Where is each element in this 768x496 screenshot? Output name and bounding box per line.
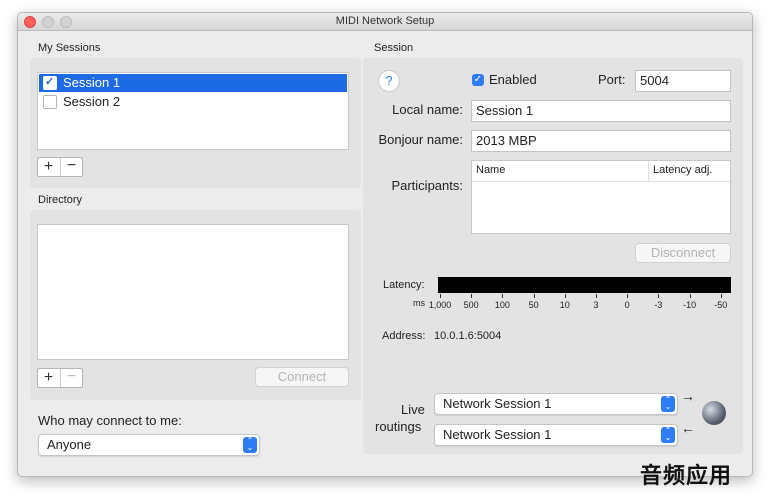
live-label: Live (401, 402, 425, 417)
latency-tick (471, 294, 473, 298)
participants-table[interactable]: Name Latency adj. (471, 160, 731, 234)
routing-out-value: Network Session 1 (443, 427, 552, 442)
latency-tick (440, 294, 441, 298)
directory-header: Directory (38, 194, 83, 206)
add-session-button[interactable]: + (38, 158, 59, 175)
latency-label: Latency: (383, 279, 425, 291)
routing-in-value: Network Session 1 (443, 396, 552, 411)
latency-tick (564, 294, 566, 298)
routings-label: routings (375, 419, 422, 434)
directory-add-remove: + − (37, 368, 83, 388)
stepper-icon: ⌃ ⌄ (661, 396, 675, 412)
latency-tick (720, 294, 722, 298)
column-name[interactable]: Name (476, 164, 505, 176)
midi-network-setup-window: MIDI Network Setup My Sessions ✓ Session… (17, 12, 753, 477)
remove-session-button[interactable]: − (60, 158, 82, 176)
latency-tick-label: 10 (559, 300, 570, 310)
local-name-field[interactable]: Session 1 (471, 100, 731, 122)
latency-tick (658, 294, 660, 298)
port-field[interactable]: 5004 (635, 70, 731, 92)
enabled-label: Enabled (489, 72, 537, 87)
routing-in-select[interactable]: Network Session 1 ⌃ ⌄ (434, 393, 678, 415)
who-may-connect-value: Anyone (47, 437, 92, 452)
session-row[interactable]: Session 2 (39, 93, 347, 111)
latency-tick-label: 500 (463, 300, 479, 310)
address-value: 10.0.1.6:5004 (434, 330, 502, 342)
remove-directory-button[interactable]: − (60, 369, 82, 387)
session-group: ? ✓ Enabled Port: 5004 Local name: Sessi… (363, 58, 743, 454)
participants-label: Participants: (391, 178, 463, 193)
latency-tick-label: -3 (654, 300, 663, 310)
my-sessions-group: ✓ Session 1 Session 2 + − (30, 58, 361, 188)
latency-tick-label: 100 (494, 300, 510, 310)
latency-tick-label: 0 (624, 300, 630, 310)
address-label: Address: (382, 330, 426, 342)
who-may-connect-select[interactable]: Anyone ⌃ ⌄ (38, 434, 260, 456)
connect-button[interactable]: Connect (255, 367, 349, 387)
checkbox-icon[interactable]: ✓ (43, 76, 57, 90)
latency-tick (502, 294, 504, 298)
routing-out-select[interactable]: Network Session 1 ⌃ ⌄ (434, 424, 678, 446)
directory-list[interactable] (37, 224, 349, 360)
sessions-list[interactable]: ✓ Session 1 Session 2 (37, 72, 349, 150)
latency-scale: 1,000 500 100 50 10 3 0 -3 -10 -50 (429, 294, 738, 316)
checkbox-icon[interactable] (43, 95, 57, 109)
my-sessions-header: My Sessions (38, 42, 101, 54)
latency-tick-label: 3 (593, 300, 599, 310)
local-name-label: Local name: (392, 102, 463, 117)
latency-tick (533, 294, 535, 298)
latency-tick-label: -50 (714, 300, 728, 310)
bonjour-name-label: Bonjour name: (378, 132, 463, 147)
directory-group: + − Connect (30, 210, 361, 400)
session-label: Session 2 (63, 94, 121, 109)
column-latency-adj[interactable]: Latency adj. (653, 164, 712, 176)
session-add-remove: + − (37, 157, 83, 177)
latency-tick (627, 294, 629, 298)
help-icon[interactable]: ? (378, 70, 400, 92)
session-row[interactable]: ✓ Session 1 (39, 74, 347, 92)
latency-tick (596, 294, 597, 298)
session-label: Session 1 (63, 75, 121, 90)
latency-meter (438, 277, 731, 293)
enabled-checkbox[interactable]: ✓ (472, 74, 484, 86)
participants-header-row: Name Latency adj. (472, 161, 730, 182)
latency-tick-label: 50 (528, 300, 539, 310)
watermark-text: 音频应用 (640, 464, 733, 489)
latency-tick-label: -10 (683, 300, 697, 310)
who-may-connect-label: Who may connect to me: (38, 413, 182, 428)
column-divider (648, 161, 649, 181)
bonjour-name-field[interactable]: 2013 MBP (471, 130, 731, 152)
arrow-left-icon: ← (681, 420, 695, 436)
add-directory-button[interactable]: + (38, 369, 59, 386)
latency-tick (689, 294, 691, 298)
latency-tick-label: 1,000 (428, 300, 452, 310)
network-globe-icon (702, 401, 726, 425)
stepper-icon: ⌃ ⌄ (661, 427, 675, 443)
session-header: Session (374, 42, 414, 54)
arrow-right-icon: → (681, 388, 695, 404)
disconnect-button[interactable]: Disconnect (635, 243, 731, 263)
window-title: MIDI Network Setup (335, 15, 435, 27)
port-label: Port: (598, 72, 626, 87)
title-bar: MIDI Network Setup (18, 13, 752, 31)
stepper-icon: ⌃ ⌄ (243, 437, 257, 453)
ms-label: ms (413, 298, 425, 308)
